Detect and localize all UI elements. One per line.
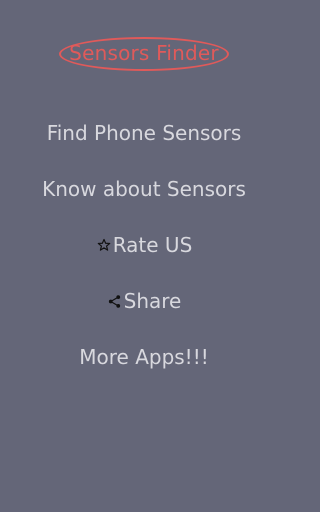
app-title: Sensors Finder	[59, 37, 229, 71]
menu-item-know-about-sensors[interactable]: Know about Sensors	[0, 171, 288, 207]
menu-item-find-phone-sensors[interactable]: Find Phone Sensors	[0, 115, 288, 151]
menu-item-label: Find Phone Sensors	[46, 121, 242, 145]
menu-item-label: Rate US	[112, 233, 193, 257]
menu-item-label: Share	[123, 289, 182, 313]
menu-item-label: Know about Sensors	[42, 177, 246, 201]
menu-item-share[interactable]: Share	[0, 283, 288, 319]
menu-item-label: More Apps!!!	[79, 345, 209, 369]
star-outline-icon	[96, 237, 112, 253]
share-icon	[107, 293, 123, 309]
menu-item-more-apps[interactable]: More Apps!!!	[0, 339, 288, 375]
app-header: Sensors Finder	[0, 37, 288, 71]
menu-item-rate-us[interactable]: Rate US	[0, 227, 288, 263]
